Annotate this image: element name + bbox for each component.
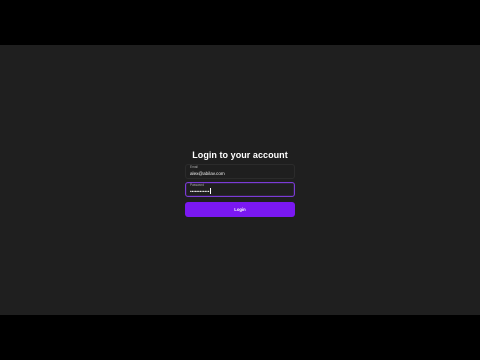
password-masked-value: •••••••••••• xyxy=(190,189,210,194)
email-label: Email xyxy=(190,165,198,169)
login-button[interactable]: Login xyxy=(185,202,295,217)
login-form: Login to your account Email alex@abilav.… xyxy=(185,149,295,217)
password-field[interactable]: Password •••••••••••• xyxy=(185,182,295,197)
page-title: Login to your account xyxy=(192,150,288,160)
letterbox-top xyxy=(0,0,480,45)
password-label: Password xyxy=(190,183,204,187)
letterbox-bottom xyxy=(0,315,480,360)
password-input[interactable]: •••••••••••• xyxy=(190,188,290,195)
app-viewport: Login to your account Email alex@abilav.… xyxy=(0,45,480,315)
email-field[interactable]: Email alex@abilav.com xyxy=(185,164,295,179)
text-caret xyxy=(209,188,211,194)
email-input[interactable]: alex@abilav.com xyxy=(190,170,290,177)
